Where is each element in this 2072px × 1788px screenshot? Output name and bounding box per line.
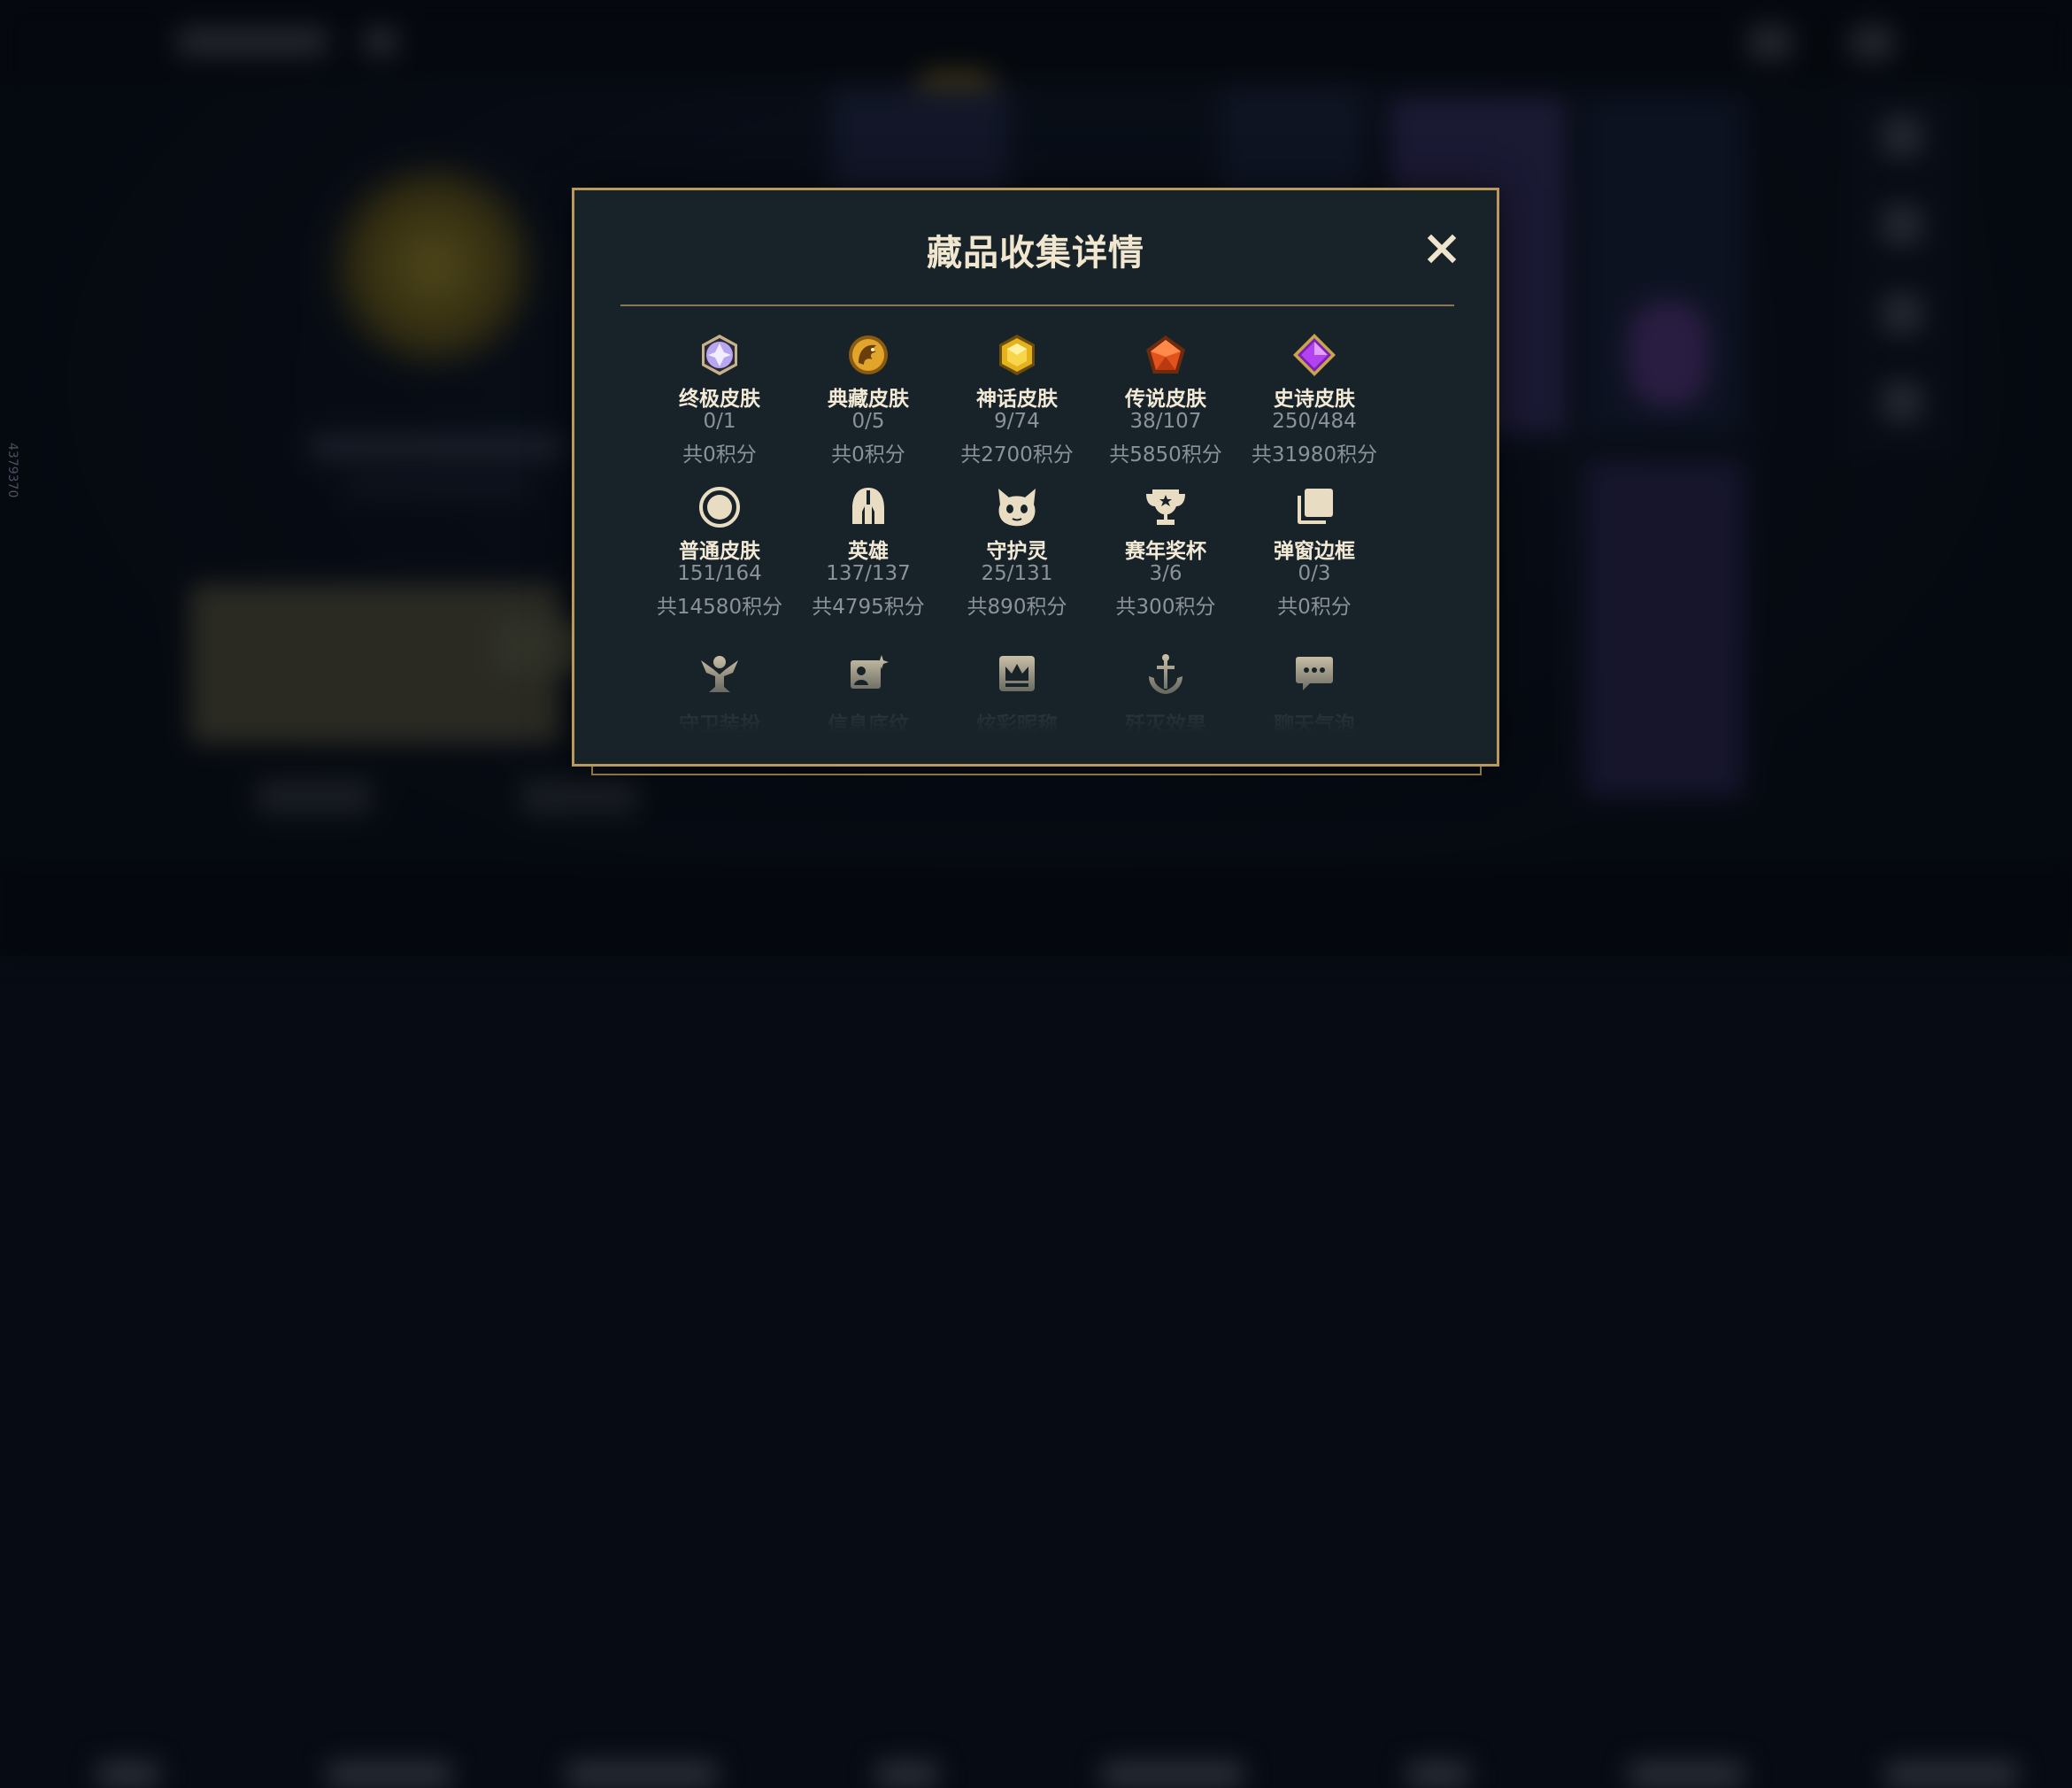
- collection-item-ward-skin[interactable]: 守卫装扮: [645, 651, 794, 757]
- item-points: 共890积分: [967, 596, 1067, 619]
- dialog-title: 藏品收集详情: [927, 233, 1144, 274]
- collection-item-info-pattern[interactable]: 信息底纹: [794, 651, 943, 757]
- title-divider: [620, 304, 1454, 306]
- item-name: 赛年奖杯: [1125, 540, 1206, 563]
- item-name: 普通皮肤: [679, 540, 760, 563]
- item-name: 传说皮肤: [1125, 388, 1206, 411]
- item-name: 弹窗边框: [1274, 540, 1355, 563]
- item-count: 151/164: [677, 562, 762, 585]
- item-name: 守护灵: [986, 540, 1048, 563]
- ultimate-gem-icon: [697, 332, 743, 378]
- collection-item-chat-bubble[interactable]: 聊天气泡: [1240, 651, 1389, 757]
- bottom-nav-item: [1102, 1761, 1244, 1788]
- item-count: 0/3: [1298, 562, 1331, 585]
- collection-item-collection-skin[interactable]: 典藏皮肤 0/5 共0积分: [794, 332, 943, 474]
- item-points: 共0积分: [682, 443, 757, 466]
- collection-grid: 终极皮肤 0/1 共0积分 典藏皮肤 0/5 共0积分 神话皮肤 9/74 共2…: [645, 332, 1389, 757]
- dragon-emblem-icon: [845, 332, 891, 378]
- collection-item-ultimate-skin[interactable]: 终极皮肤 0/1 共0积分: [645, 332, 794, 474]
- bottom-nav-item: [97, 1761, 159, 1788]
- collection-item-epic-skin[interactable]: 史诗皮肤 250/484 共31980积分: [1240, 332, 1389, 474]
- collection-item-legendary-skin[interactable]: 传说皮肤 38/107 共5850积分: [1091, 332, 1240, 474]
- collection-item-normal-skin[interactable]: 普通皮肤 151/164 共14580积分: [645, 484, 794, 626]
- collection-details-dialog: 藏品收集详情 终极皮肤 0/1 共0积分 典藏皮肤 0/5 共0积分 神话皮肤 …: [572, 188, 1499, 767]
- mythic-gem-icon: [994, 332, 1040, 378]
- collection-item-season-trophy[interactable]: 赛年奖杯 3/6 共300积分: [1091, 484, 1240, 626]
- item-name: 守卫装扮: [679, 713, 760, 736]
- epic-gem-icon: [1291, 332, 1337, 378]
- item-count: 0/1: [703, 410, 736, 433]
- anchor-icon: [1143, 651, 1189, 697]
- item-points: 共0积分: [1277, 596, 1352, 619]
- collection-item-colorful-nickname[interactable]: 炫彩昵称: [943, 651, 1091, 757]
- side-id-text: 4379370: [5, 443, 19, 498]
- bottom-nav-item: [876, 1761, 938, 1788]
- item-count: 137/137: [826, 562, 911, 585]
- item-count: 3/6: [1149, 562, 1182, 585]
- item-name: 信息底纹: [828, 713, 909, 736]
- bottom-nav-item: [566, 1761, 717, 1788]
- dialog-bottom-edge: [591, 767, 1482, 775]
- item-name: 史诗皮肤: [1274, 388, 1355, 411]
- frames-icon: [1291, 484, 1337, 530]
- item-points: 共0积分: [831, 443, 905, 466]
- collection-item-annihilation-effect[interactable]: 歼灭效果: [1091, 651, 1240, 757]
- collection-item-popup-frame[interactable]: 弹窗边框 0/3 共0积分: [1240, 484, 1389, 626]
- item-name: 炫彩昵称: [976, 713, 1058, 736]
- bottom-nav-item: [327, 1761, 451, 1788]
- helmet-icon: [845, 484, 891, 530]
- card-sparkle-icon: [845, 651, 891, 697]
- item-name: 终极皮肤: [679, 388, 760, 411]
- item-points: 共14580积分: [656, 596, 783, 619]
- bottom-nav-item: [1407, 1761, 1469, 1788]
- ward-icon: [697, 651, 743, 697]
- item-points: 共5850积分: [1109, 443, 1222, 466]
- bottom-nav-item: [1629, 1761, 1744, 1788]
- collection-item-guardian-spirit[interactable]: 守护灵 25/131 共890积分: [943, 484, 1091, 626]
- item-count: 9/74: [994, 410, 1040, 433]
- ring-icon: [697, 484, 743, 530]
- item-name: 神话皮肤: [976, 388, 1058, 411]
- item-points: 共31980积分: [1251, 443, 1378, 466]
- close-button[interactable]: [1422, 229, 1461, 268]
- legendary-gem-icon: [1143, 332, 1189, 378]
- item-points: 共2700积分: [960, 443, 1074, 466]
- chat-bubble-icon: [1291, 651, 1337, 697]
- bottom-nav-item: [1885, 1761, 2018, 1788]
- item-count: 25/131: [981, 562, 1053, 585]
- item-count: 250/484: [1272, 410, 1357, 433]
- item-points: 共300积分: [1115, 596, 1216, 619]
- close-icon: [1427, 234, 1457, 264]
- item-name: 典藏皮肤: [828, 388, 909, 411]
- item-name: 歼灭效果: [1125, 713, 1206, 736]
- item-count: 0/5: [851, 410, 885, 433]
- crown-card-icon: [994, 651, 1040, 697]
- item-name: 聊天气泡: [1274, 713, 1355, 736]
- collection-item-hero[interactable]: 英雄 137/137 共4795积分: [794, 484, 943, 626]
- spirit-icon: [994, 484, 1040, 530]
- item-points: 共4795积分: [812, 596, 925, 619]
- item-count: 38/107: [1129, 410, 1202, 433]
- item-name: 英雄: [848, 540, 889, 563]
- trophy-icon: [1143, 484, 1189, 530]
- collection-item-mythic-skin[interactable]: 神话皮肤 9/74 共2700积分: [943, 332, 1091, 474]
